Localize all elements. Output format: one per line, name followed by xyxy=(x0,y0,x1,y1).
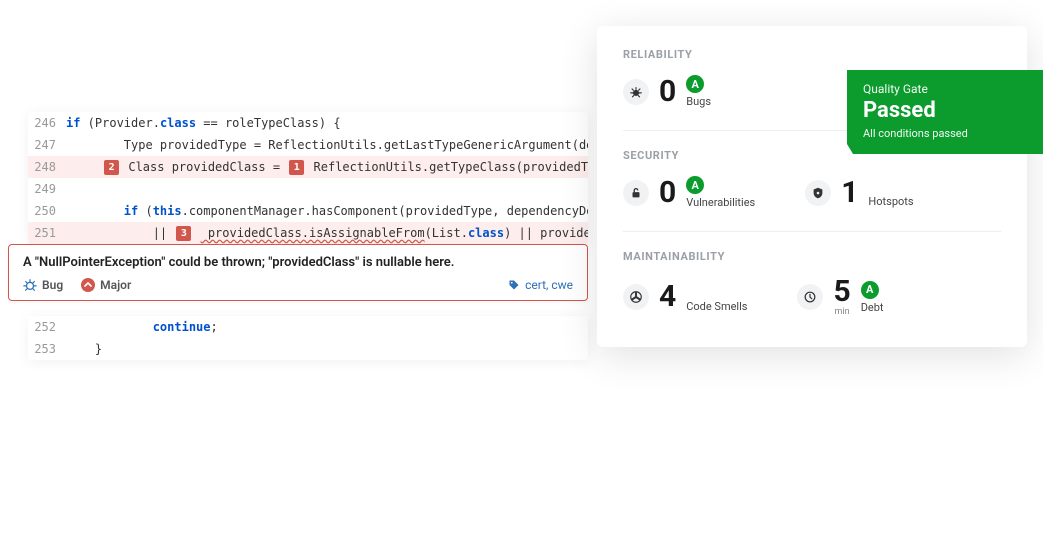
line-number: 251 xyxy=(28,222,66,244)
divider xyxy=(623,231,1001,232)
issue-marker-3[interactable]: 3 xyxy=(176,226,191,241)
metric-sub: min xyxy=(835,307,850,317)
metric-value: 0 xyxy=(659,77,676,107)
issue-title: A "NullPointerException" could be thrown… xyxy=(23,255,573,270)
code-content xyxy=(66,178,588,200)
code-line: 249 xyxy=(28,178,588,200)
tok xyxy=(66,160,102,174)
rating-badge: A xyxy=(686,176,704,194)
issue-type-label: Bug xyxy=(42,278,63,292)
code-content: Type providedType = ReflectionUtils.getL… xyxy=(66,134,588,156)
code-line: 253 } xyxy=(28,338,588,360)
tok: == roleTypeClass) { xyxy=(196,116,341,130)
kw: if xyxy=(124,204,138,218)
metric-name: Vulnerabilities xyxy=(686,196,755,209)
tok: (Provider. xyxy=(80,116,159,130)
code-line: 247 Type providedType = ReflectionUtils.… xyxy=(28,134,588,156)
issue-meta-row: Bug Major cert, cwe xyxy=(23,278,573,292)
code-content: || 3 providedClass.isAssignableFrom(List… xyxy=(66,222,588,244)
line-number: 247 xyxy=(28,134,66,156)
kw: if xyxy=(66,116,80,130)
tok xyxy=(66,204,124,218)
tok: Class providedClass = xyxy=(121,160,287,174)
metric-value: 4 xyxy=(659,282,676,312)
tok: || xyxy=(66,226,174,240)
tok: ; xyxy=(211,320,218,334)
tok: } xyxy=(66,342,102,356)
quality-gate[interactable]: Quality Gate Passed All conditions passe… xyxy=(847,70,1043,154)
line-number: 249 xyxy=(28,178,66,200)
issue-severity-label: Major xyxy=(100,278,131,292)
code-content: continue; xyxy=(66,316,588,338)
metric-hotspots[interactable]: 1 Hotspots xyxy=(805,176,913,209)
tok: (List. xyxy=(425,226,468,240)
code-content: if (this.componentManager.hasComponent(p… xyxy=(66,200,588,222)
code-line-highlight: 251 || 3 providedClass.isAssignableFrom(… xyxy=(28,222,588,244)
issue-tags[interactable]: cert, cwe xyxy=(508,278,573,292)
section-maintainability: MAINTAINABILITY xyxy=(623,250,1001,263)
line-number: 253 xyxy=(28,338,66,360)
tok: ) || providedClass.isA xyxy=(504,226,588,240)
metric-vulnerabilities[interactable]: 0 A Vulnerabilities xyxy=(623,176,755,209)
code-content: } xyxy=(66,338,588,360)
bug-icon xyxy=(623,79,649,105)
metric-value: 0 xyxy=(659,178,676,208)
kw: class xyxy=(468,226,504,240)
code-line-highlight: 248 2 Class providedClass = 1 Reflection… xyxy=(28,156,588,178)
radiation-icon xyxy=(623,284,649,310)
code-content: 2 Class providedClass = 1 ReflectionUtil… xyxy=(66,156,588,178)
section-reliability: RELIABILITY xyxy=(623,48,1001,61)
code-line: 252 continue; xyxy=(28,316,588,338)
issue-callout[interactable]: A "NullPointerException" could be thrown… xyxy=(8,244,588,301)
tag-icon xyxy=(508,279,520,291)
metric-debt[interactable]: 5 min A Debt xyxy=(797,277,883,317)
unlock-icon xyxy=(623,180,649,206)
tok: ReflectionUtils.getTypeClass(providedTyp… xyxy=(306,160,588,174)
metric-name: Bugs xyxy=(686,95,711,108)
issue-marker-2[interactable]: 2 xyxy=(104,160,119,175)
gate-label: Quality Gate xyxy=(863,82,1027,96)
metric-bugs[interactable]: 0 A Bugs xyxy=(623,75,711,108)
metrics-row: 0 A Vulnerabilities 1 Hotspots xyxy=(623,176,1001,209)
metric-value: 1 xyxy=(841,178,858,208)
rating-badge: A xyxy=(861,281,879,299)
code-line: 250 if (this.componentManager.hasCompone… xyxy=(28,200,588,222)
line-number: 246 xyxy=(28,112,66,134)
line-number: 248 xyxy=(28,156,66,178)
gate-subtitle: All conditions passed xyxy=(863,127,1027,140)
issue-marker-1[interactable]: 1 xyxy=(289,160,304,175)
bug-icon xyxy=(23,278,37,292)
rating-badge: A xyxy=(686,75,704,93)
metric-code-smells[interactable]: 4 Code Smells xyxy=(623,277,747,317)
issue-severity[interactable]: Major xyxy=(81,278,131,292)
tok: Type providedType = ReflectionUtils.getL… xyxy=(66,138,588,152)
metrics-row: 4 Code Smells 5 min A Debt xyxy=(623,277,1001,317)
code-panel-tail: 252 continue; 253 } xyxy=(28,316,588,360)
line-number: 252 xyxy=(28,316,66,338)
gate-status: Passed xyxy=(863,98,1027,123)
metric-name: Code Smells xyxy=(686,300,747,313)
issue-type[interactable]: Bug xyxy=(23,278,63,292)
metric-name: Debt xyxy=(861,301,884,314)
clock-icon xyxy=(797,284,823,310)
tok: ( xyxy=(138,204,152,218)
line-number: 250 xyxy=(28,200,66,222)
issue-tags-text: cert, cwe xyxy=(525,278,573,292)
tok: .componentManager.hasComponent(providedT… xyxy=(182,204,588,218)
tok xyxy=(66,320,153,334)
metric-value: 5 xyxy=(833,277,850,307)
code-line: 246 if (Provider.class == roleTypeClass)… xyxy=(28,112,588,134)
kw: this xyxy=(153,204,182,218)
severity-icon xyxy=(81,278,95,292)
kw: continue xyxy=(153,320,211,334)
code-panel: 246 if (Provider.class == roleTypeClass)… xyxy=(28,112,588,244)
kw: class xyxy=(160,116,196,130)
shield-icon xyxy=(805,180,831,206)
code-content: if (Provider.class == roleTypeClass) { xyxy=(66,112,588,134)
tok-underline: providedClass.isAssignableFrom xyxy=(201,226,425,240)
metric-name: Hotspots xyxy=(868,195,913,208)
